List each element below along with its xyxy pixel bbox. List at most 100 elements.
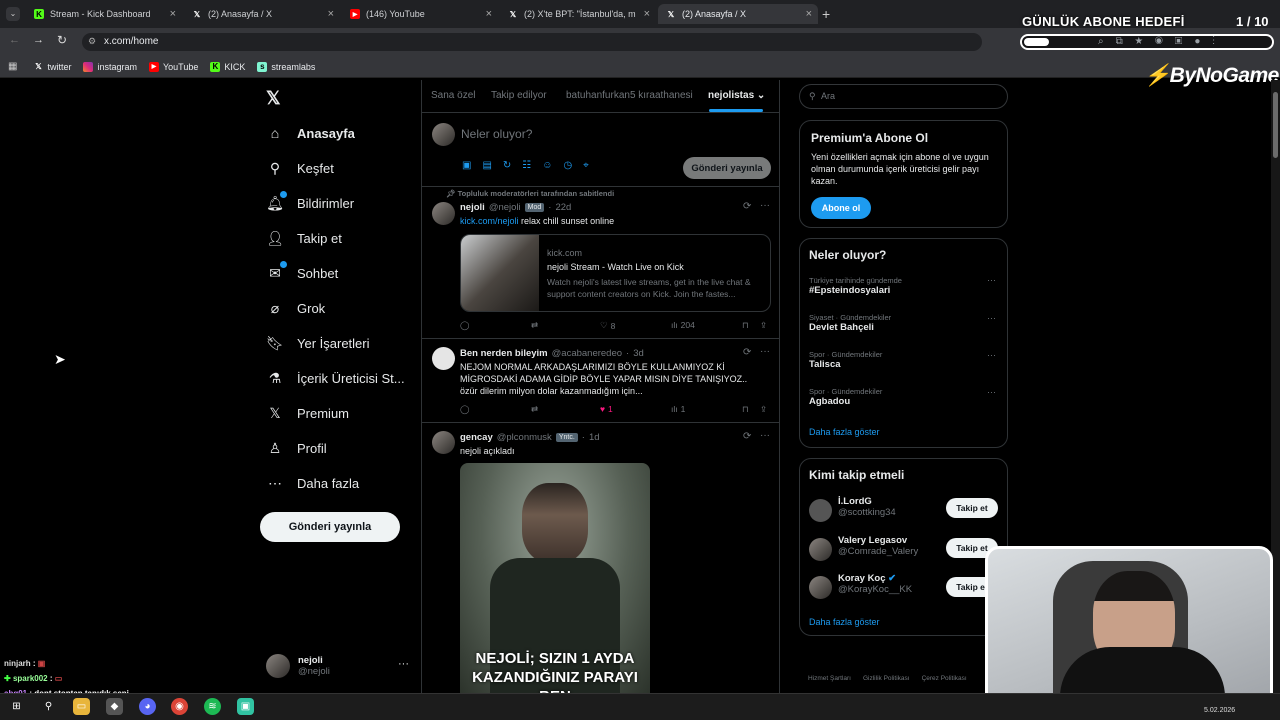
- nav-messages[interactable]: ✉ Sohbet: [266, 261, 338, 282]
- search-input[interactable]: ⚲ Ara: [799, 84, 1008, 109]
- suggested-user[interactable]: Valery Legasov @Comrade_Valery: [838, 535, 918, 557]
- compose-toolbar-icons[interactable]: ▣▤↻☷☺◷⌖: [462, 160, 600, 171]
- app-icon[interactable]: ◆: [106, 698, 123, 715]
- bookmark-icon[interactable]: ⊓: [742, 404, 749, 415]
- nav-creator-studio[interactable]: ⚗ İçerik Üreticisi St...: [266, 369, 405, 387]
- tweet-time[interactable]: 1d: [589, 432, 600, 443]
- spotify-icon[interactable]: ≋: [204, 698, 221, 715]
- avatar[interactable]: [432, 431, 455, 454]
- bookmark-icon[interactable]: ⊓: [742, 320, 749, 331]
- bookmark-instagram[interactable]: instagram: [83, 61, 137, 72]
- tab-x-home[interactable]: 𝕏 (2) Anasayfa / X ×: [184, 4, 340, 24]
- new-tab-plus-icon[interactable]: +: [822, 6, 830, 22]
- more-icon[interactable]: ···: [987, 313, 996, 323]
- bookmark-kick[interactable]: K KICK: [210, 61, 245, 72]
- avatar[interactable]: [432, 202, 455, 225]
- discord-icon[interactable]: ◕: [139, 698, 156, 715]
- account-more-icon[interactable]: ···: [398, 658, 409, 670]
- address-bar[interactable]: ⚙ x.com/home: [82, 33, 982, 51]
- nav-more[interactable]: ⋯ Daha fazla: [266, 474, 359, 492]
- tweet-link[interactable]: kick.com/nejoli: [460, 216, 519, 226]
- like-button[interactable]: ♡ 8: [600, 320, 615, 331]
- nav-explore[interactable]: ⚲ Keşfet: [266, 159, 334, 177]
- x-logo-icon[interactable]: 𝕏: [266, 88, 281, 109]
- more-icon[interactable]: ···: [760, 346, 770, 357]
- tab-kick-dashboard[interactable]: K Stream - Kick Dashboard ×: [26, 4, 182, 24]
- more-icon[interactable]: ···: [760, 430, 770, 441]
- suggested-user[interactable]: Koray Koç ✔ @KorayKoc__KK: [838, 573, 912, 595]
- bookmark-youtube[interactable]: ▶ YouTube: [148, 61, 198, 72]
- like-button[interactable]: ♥ 1: [600, 404, 613, 414]
- streamlabs-icon[interactable]: ▣: [237, 698, 254, 715]
- site-settings-icon[interactable]: ⚙: [88, 36, 96, 47]
- nav-profile[interactable]: ♙ Profil: [266, 439, 327, 457]
- follow-button[interactable]: Takip et: [946, 498, 998, 518]
- trend-item[interactable]: Türkiye tarihinde gündemde #Epsteindosyal…: [809, 276, 902, 296]
- show-more-link[interactable]: Daha fazla göster: [809, 427, 880, 437]
- footer-link[interactable]: Çerez Politikası: [922, 675, 967, 682]
- tweet-time[interactable]: 22d: [555, 202, 571, 213]
- tab-x-bpt[interactable]: 𝕏 (2) X'te BPT: "İstanbul'da, madd ×: [500, 4, 656, 24]
- browser-extension-icons[interactable]: ⌕⧉★◉▣●⋮: [1098, 36, 1227, 47]
- post-button[interactable]: Gönderi yayınla: [260, 512, 400, 542]
- reload-icon[interactable]: ↻: [57, 33, 67, 47]
- back-arrow-icon[interactable]: ←: [9, 34, 20, 46]
- reply-icon[interactable]: ◯: [460, 404, 470, 415]
- reply-icon[interactable]: ◯: [460, 320, 470, 331]
- feed-tab-list[interactable]: batuhanfurkan5 kıraathanesi: [566, 90, 693, 101]
- tweet-image[interactable]: NEJOLİ; SIZIN 1 AYDA KAZANDIĞINIZ PARAYI…: [460, 463, 650, 693]
- tweet-author[interactable]: Ben nerden bileyim: [460, 348, 548, 359]
- footer-link[interactable]: Hizmet Şartları: [808, 675, 851, 682]
- share-icon[interactable]: ⇪: [760, 320, 767, 331]
- search-icon[interactable]: ⚲: [40, 698, 57, 715]
- tweet-author[interactable]: nejoli: [460, 202, 485, 213]
- nav-premium[interactable]: 𝕏 Premium: [266, 404, 349, 422]
- bookmark-twitter[interactable]: 𝕏twitter: [33, 62, 71, 72]
- close-icon[interactable]: ×: [644, 8, 650, 20]
- windows-start-icon[interactable]: ⊞: [8, 698, 25, 715]
- trend-item[interactable]: Spor · Gündemdekiler Agbadou: [809, 387, 882, 407]
- close-icon[interactable]: ×: [170, 8, 176, 20]
- feed-tab-nejolistas[interactable]: nejolistas ⌄: [708, 90, 765, 101]
- file-explorer-icon[interactable]: ▭: [73, 698, 90, 715]
- grok-icon[interactable]: ⟳: [743, 431, 751, 442]
- grok-icon[interactable]: ⟳: [743, 347, 751, 358]
- tweet-author[interactable]: gencay: [460, 432, 493, 443]
- forward-arrow-icon[interactable]: →: [33, 34, 44, 46]
- nav-follow[interactable]: 👤︎ Takip et: [266, 229, 342, 247]
- avatar[interactable]: [809, 499, 832, 522]
- repost-icon[interactable]: ⇄: [531, 320, 538, 331]
- account-switcher[interactable]: nejoli @nejoli: [266, 654, 330, 678]
- bookmark-streamlabs[interactable]: s streamlabs: [257, 61, 315, 72]
- share-icon[interactable]: ⇪: [760, 404, 767, 415]
- suggested-user[interactable]: İ.LordG @scottking34: [838, 496, 896, 518]
- close-icon[interactable]: ×: [806, 8, 812, 20]
- feed-tab-following[interactable]: Takip edilyor: [491, 90, 547, 101]
- tab-youtube[interactable]: ▶ (146) YouTube ×: [342, 4, 498, 24]
- views-button[interactable]: ılı 1: [671, 404, 685, 414]
- scrollbar-thumb[interactable]: [1273, 92, 1278, 158]
- chrome-icon[interactable]: ◉: [171, 698, 188, 715]
- tab-search-chevron-icon[interactable]: ⌄: [6, 7, 20, 21]
- repost-icon[interactable]: ⇄: [531, 404, 538, 415]
- tweet-time[interactable]: 3d: [633, 348, 644, 359]
- close-icon[interactable]: ×: [486, 8, 492, 20]
- footer-link[interactable]: Gizlilik Politikası: [863, 675, 910, 682]
- avatar[interactable]: [809, 576, 832, 599]
- tab-x-home-active[interactable]: 𝕏 (2) Anasayfa / X ×: [658, 4, 818, 24]
- more-icon[interactable]: ···: [987, 387, 996, 397]
- more-icon[interactable]: ···: [987, 350, 996, 360]
- views-button[interactable]: ılı 204: [671, 320, 695, 330]
- trend-item[interactable]: Siyaset · Gündemdekiler Devlet Bahçeli: [809, 313, 891, 333]
- link-card[interactable]: kick.com nejoli Stream - Watch Live on K…: [460, 234, 771, 312]
- nav-home[interactable]: ⌂ Anasayfa: [266, 124, 355, 142]
- trend-item[interactable]: Spor · Gündemdekiler Talisca: [809, 350, 882, 370]
- subscribe-button[interactable]: Abone ol: [811, 197, 871, 219]
- compose-input[interactable]: Neler oluyor?: [461, 127, 532, 141]
- more-icon[interactable]: ···: [987, 275, 996, 285]
- nav-notifications[interactable]: 🔔︎ Bildirimler: [266, 191, 354, 212]
- avatar[interactable]: [432, 347, 455, 370]
- close-icon[interactable]: ×: [328, 8, 334, 20]
- nav-bookmarks[interactable]: 🔖︎ Yer İşaretleri: [266, 334, 369, 352]
- nav-grok[interactable]: ⌀ Grok: [266, 299, 325, 317]
